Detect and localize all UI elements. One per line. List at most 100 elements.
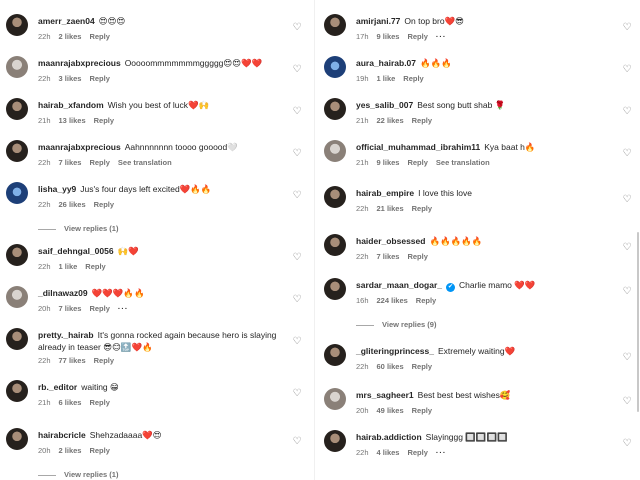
- avatar[interactable]: [324, 140, 346, 162]
- avatar[interactable]: [6, 182, 28, 204]
- avatar[interactable]: [324, 430, 346, 452]
- see-translation-button[interactable]: See translation: [118, 158, 172, 167]
- reply-button[interactable]: Reply: [407, 158, 427, 167]
- view-replies-button[interactable]: View replies (1): [38, 470, 118, 479]
- likes-count[interactable]: 9 likes: [377, 158, 400, 167]
- reply-button[interactable]: Reply: [407, 32, 427, 41]
- avatar[interactable]: [324, 56, 346, 78]
- like-heart-icon[interactable]: ♡: [292, 389, 302, 399]
- username-link[interactable]: lisha_yy9: [38, 184, 76, 194]
- likes-count[interactable]: 4 likes: [377, 448, 400, 457]
- like-heart-icon[interactable]: ♡: [622, 107, 632, 117]
- reply-button[interactable]: Reply: [94, 356, 114, 365]
- like-heart-icon[interactable]: ♡: [292, 295, 302, 305]
- username-link[interactable]: rb._editor: [38, 382, 77, 392]
- username-link[interactable]: aura_hairab.07: [356, 58, 416, 68]
- likes-count[interactable]: 3 likes: [59, 74, 82, 83]
- likes-count[interactable]: 6 likes: [59, 398, 82, 407]
- like-heart-icon[interactable]: ♡: [292, 149, 302, 159]
- avatar[interactable]: [324, 234, 346, 256]
- like-heart-icon[interactable]: ♡: [622, 439, 632, 449]
- view-replies-label[interactable]: View replies (1): [64, 470, 118, 479]
- avatar[interactable]: [6, 244, 28, 266]
- likes-count[interactable]: 22 likes: [377, 116, 404, 125]
- likes-count[interactable]: 2 likes: [59, 446, 82, 455]
- username-link[interactable]: maanrajabxprecious: [38, 58, 121, 68]
- view-replies-button[interactable]: View replies (9): [356, 320, 436, 329]
- likes-count[interactable]: 224 likes: [377, 296, 408, 305]
- avatar[interactable]: [324, 98, 346, 120]
- avatar[interactable]: [6, 428, 28, 450]
- like-heart-icon[interactable]: ♡: [622, 23, 632, 33]
- reply-button[interactable]: Reply: [412, 406, 432, 415]
- more-options-icon[interactable]: ···: [436, 32, 447, 41]
- avatar[interactable]: [324, 14, 346, 36]
- username-link[interactable]: pretty._hairab: [38, 330, 94, 340]
- like-heart-icon[interactable]: ♡: [292, 107, 302, 117]
- view-replies-label[interactable]: View replies (9): [382, 320, 436, 329]
- view-replies-label[interactable]: View replies (1): [64, 224, 118, 233]
- reply-button[interactable]: Reply: [94, 200, 114, 209]
- avatar[interactable]: [324, 278, 346, 300]
- reply-button[interactable]: Reply: [412, 362, 432, 371]
- like-heart-icon[interactable]: ♡: [622, 353, 632, 363]
- more-options-icon[interactable]: ···: [118, 304, 129, 313]
- like-heart-icon[interactable]: ♡: [622, 65, 632, 75]
- username-link[interactable]: amirjani.77: [356, 16, 400, 26]
- avatar[interactable]: [6, 56, 28, 78]
- username-link[interactable]: haider_obsessed: [356, 236, 425, 246]
- username-link[interactable]: mrs_sagheer1: [356, 390, 414, 400]
- avatar[interactable]: [6, 380, 28, 402]
- like-heart-icon[interactable]: ♡: [292, 337, 302, 347]
- like-heart-icon[interactable]: ♡: [292, 23, 302, 33]
- reply-button[interactable]: Reply: [89, 32, 109, 41]
- reply-button[interactable]: Reply: [407, 448, 427, 457]
- reply-button[interactable]: Reply: [407, 252, 427, 261]
- like-heart-icon[interactable]: ♡: [622, 149, 632, 159]
- avatar[interactable]: [324, 186, 346, 208]
- avatar[interactable]: [6, 14, 28, 36]
- avatar[interactable]: [6, 98, 28, 120]
- like-heart-icon[interactable]: ♡: [622, 287, 632, 297]
- avatar[interactable]: [6, 328, 28, 350]
- username-link[interactable]: hairab.addiction: [356, 432, 422, 442]
- reply-button[interactable]: Reply: [89, 74, 109, 83]
- username-link[interactable]: sardar_maan_dogar_: [356, 280, 442, 290]
- like-heart-icon[interactable]: ♡: [622, 243, 632, 253]
- reply-button[interactable]: Reply: [403, 74, 423, 83]
- likes-count[interactable]: 7 likes: [59, 304, 82, 313]
- reply-button[interactable]: Reply: [89, 398, 109, 407]
- like-heart-icon[interactable]: ♡: [622, 397, 632, 407]
- avatar[interactable]: [6, 140, 28, 162]
- likes-count[interactable]: 60 likes: [377, 362, 404, 371]
- reply-button[interactable]: Reply: [412, 116, 432, 125]
- reply-button[interactable]: Reply: [85, 262, 105, 271]
- likes-count[interactable]: 1 like: [377, 74, 396, 83]
- username-link[interactable]: yes_salib_007: [356, 100, 413, 110]
- likes-count[interactable]: 49 likes: [377, 406, 404, 415]
- username-link[interactable]: amerr_zaen04: [38, 16, 95, 26]
- username-link[interactable]: hairabcricle: [38, 430, 86, 440]
- reply-button[interactable]: Reply: [89, 446, 109, 455]
- likes-count[interactable]: 13 likes: [59, 116, 86, 125]
- like-heart-icon[interactable]: ♡: [622, 195, 632, 205]
- likes-count[interactable]: 77 likes: [59, 356, 86, 365]
- avatar[interactable]: [324, 388, 346, 410]
- username-link[interactable]: official_muhammad_ibrahim11: [356, 142, 480, 152]
- likes-count[interactable]: 1 like: [59, 262, 78, 271]
- username-link[interactable]: hairab_xfandom: [38, 100, 104, 110]
- reply-button[interactable]: Reply: [89, 158, 109, 167]
- like-heart-icon[interactable]: ♡: [292, 437, 302, 447]
- username-link[interactable]: _dilnawaz09: [38, 288, 88, 298]
- avatar[interactable]: [6, 286, 28, 308]
- username-link[interactable]: maanrajabxprecious: [38, 142, 121, 152]
- reply-button[interactable]: Reply: [412, 204, 432, 213]
- reply-button[interactable]: Reply: [416, 296, 436, 305]
- username-link[interactable]: saif_dehngal_0056: [38, 246, 114, 256]
- see-translation-button[interactable]: See translation: [436, 158, 490, 167]
- reply-button[interactable]: Reply: [94, 116, 114, 125]
- likes-count[interactable]: 9 likes: [377, 32, 400, 41]
- likes-count[interactable]: 7 likes: [59, 158, 82, 167]
- like-heart-icon[interactable]: ♡: [292, 253, 302, 263]
- reply-button[interactable]: Reply: [89, 304, 109, 313]
